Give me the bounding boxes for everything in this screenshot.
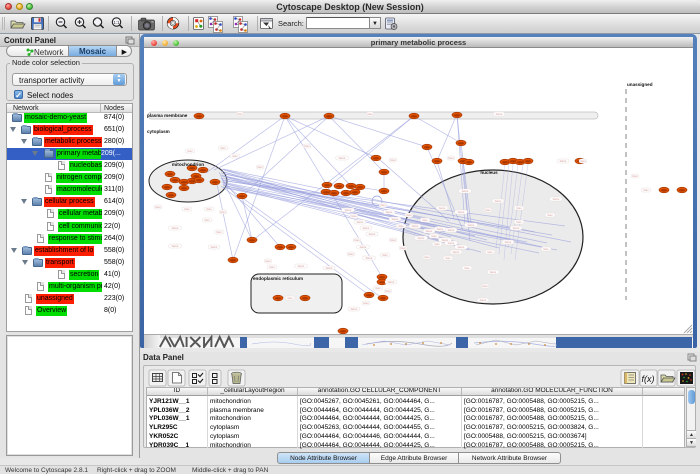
svg-text:Gxxx: Gxxx — [211, 245, 218, 249]
svg-text:Gxx: Gxx — [265, 259, 271, 263]
svg-text:Gxxx: Gxxx — [448, 228, 455, 232]
svg-text:Gxxx: Gxxx — [357, 220, 364, 224]
svg-text:endoplasmic reticulum: endoplasmic reticulum — [253, 276, 303, 281]
svg-text:Gxxx: Gxxx — [458, 210, 465, 214]
svg-text:Gxx: Gxx — [406, 213, 412, 217]
svg-text:Gxx: Gxx — [287, 296, 293, 300]
svg-text:Gxx: Gxx — [204, 218, 210, 222]
svg-text:Gxxx: Gxxx — [392, 217, 399, 221]
svg-text:Gxx: Gxx — [464, 266, 470, 270]
svg-text:Gxxx: Gxxx — [505, 240, 512, 244]
svg-text:Gxx: Gxx — [155, 205, 161, 209]
svg-text:Gxx: Gxx — [380, 203, 386, 207]
svg-text:Gxx: Gxx — [400, 246, 406, 250]
svg-text:Gxxx: Gxxx — [468, 223, 475, 227]
svg-text:Gxx: Gxx — [422, 218, 428, 222]
svg-text:Gxx: Gxx — [485, 208, 491, 212]
svg-text:Gxx: Gxx — [445, 256, 451, 260]
svg-text:Gxxx: Gxxx — [345, 208, 352, 212]
svg-text:Gxxx: Gxxx — [490, 270, 497, 274]
svg-text:Gxxx: Gxxx — [453, 250, 460, 254]
svg-text:Gxxx: Gxxx — [458, 245, 465, 249]
svg-text:Gxx: Gxx — [390, 238, 396, 242]
svg-text:Gxxx: Gxxx — [326, 266, 333, 270]
svg-text:Gxxx: Gxxx — [560, 159, 567, 163]
svg-text:Gxx: Gxx — [516, 220, 522, 224]
svg-text:Gxx: Gxx — [448, 156, 454, 160]
svg-text:Gxx: Gxx — [206, 207, 212, 211]
svg-text:Gxx: Gxx — [580, 159, 586, 163]
svg-text:Gxxx: Gxxx — [360, 245, 367, 249]
svg-text:Gxx: Gxx — [257, 165, 263, 169]
svg-text:Gxxx: Gxxx — [437, 227, 444, 231]
svg-text:Gxx: Gxx — [220, 146, 226, 150]
svg-text:Gxxx: Gxxx — [439, 206, 446, 210]
svg-text:Gxx: Gxx — [390, 158, 396, 162]
svg-text:mitochondrion: mitochondrion — [172, 162, 204, 167]
svg-text:Gxxx: Gxxx — [426, 229, 433, 233]
svg-text:Gxx: Gxx — [351, 214, 357, 218]
svg-text:Gxx: Gxx — [354, 238, 360, 242]
svg-text:Gxx: Gxx — [269, 265, 275, 269]
svg-text:Gxxx: Gxxx — [480, 298, 487, 302]
svg-text:Gxx: Gxx — [363, 301, 369, 305]
svg-text:Gxx: Gxx — [232, 154, 238, 158]
svg-text:Gxx: Gxx — [216, 230, 222, 234]
svg-text:Gxx: Gxx — [382, 253, 388, 257]
svg-text:Gxx: Gxx — [398, 224, 404, 228]
svg-text:Gxx: Gxx — [434, 242, 440, 246]
svg-text:Gxxx: Gxxx — [363, 226, 370, 230]
svg-text:Gxx: Gxx — [237, 112, 243, 116]
svg-text:Gxx: Gxx — [482, 284, 488, 288]
svg-text:Gxxx: Gxxx — [448, 241, 455, 245]
svg-text:Gxxx: Gxxx — [412, 224, 419, 228]
svg-text:Gxx: Gxx — [375, 286, 381, 290]
svg-text:Gxxx: Gxxx — [339, 156, 346, 160]
svg-text:Gxxx: Gxxx — [351, 307, 358, 311]
svg-text:Gxxx: Gxxx — [298, 264, 305, 268]
svg-text:Gxxx: Gxxx — [386, 210, 393, 214]
svg-text:unassigned: unassigned — [627, 82, 653, 87]
svg-text:Gxx: Gxx — [547, 213, 553, 217]
svg-text:Gxx: Gxx — [543, 247, 549, 251]
svg-text:Gxxx: Gxxx — [366, 256, 373, 260]
svg-text:Gxxx: Gxxx — [418, 236, 425, 240]
svg-text:nucleus: nucleus — [480, 170, 498, 175]
svg-text:Gxx: Gxx — [431, 234, 437, 238]
svg-text:Gxx: Gxx — [184, 207, 190, 211]
svg-text:1:1: 1:1 — [113, 20, 120, 25]
svg-text:f(x): f(x) — [642, 374, 655, 384]
svg-text:Gxxx: Gxxx — [553, 197, 560, 201]
svg-text:Gxx: Gxx — [632, 174, 638, 178]
svg-text:Gxxx: Gxxx — [495, 199, 502, 203]
svg-text:Gxx: Gxx — [487, 250, 493, 254]
svg-text:plasma membrane: plasma membrane — [147, 113, 188, 118]
svg-text:Gxxx: Gxxx — [496, 112, 503, 116]
svg-text:Gxxx: Gxxx — [462, 189, 469, 193]
svg-text:cytoplasm: cytoplasm — [147, 129, 170, 134]
svg-text:Gxx: Gxx — [424, 255, 430, 259]
svg-text:Gxxx: Gxxx — [369, 232, 376, 236]
svg-text:Gxx: Gxx — [220, 210, 226, 214]
svg-text:Gxx: Gxx — [304, 144, 310, 148]
svg-text:Gxx: Gxx — [385, 289, 391, 293]
svg-text:Gxx: Gxx — [516, 206, 522, 210]
svg-text:Gxx: Gxx — [643, 188, 649, 192]
svg-text:Gxxx: Gxxx — [172, 244, 179, 248]
svg-text:Gxx: Gxx — [187, 149, 193, 153]
svg-text:Gxxx: Gxxx — [388, 280, 395, 284]
svg-text:Gxx: Gxx — [348, 252, 354, 256]
svg-text:Gxx: Gxx — [367, 112, 373, 116]
svg-text:Gxxx: Gxxx — [513, 226, 520, 230]
svg-text:Gxxx: Gxxx — [172, 226, 179, 230]
